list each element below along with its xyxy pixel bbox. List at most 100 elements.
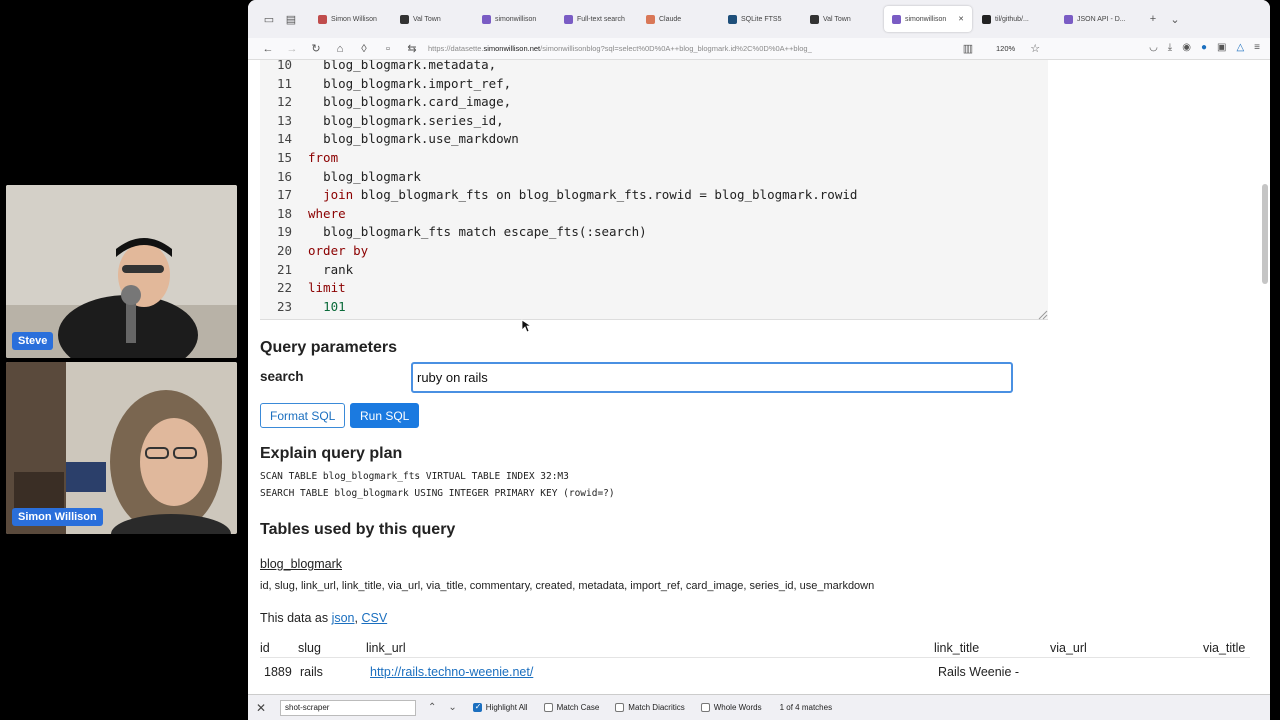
reload-icon[interactable]: ↻ <box>304 42 328 55</box>
tab-favicon-icon <box>728 14 737 24</box>
line-number: 15 <box>276 150 292 165</box>
browser-tab[interactable]: Val Town <box>392 6 472 32</box>
search-param-value: ruby on rails <box>417 370 488 385</box>
forward-arrow-icon[interactable]: → <box>280 43 304 55</box>
downloads-icon[interactable]: ⤓ <box>1168 42 1172 53</box>
new-tab-icon[interactable]: + <box>1142 8 1164 30</box>
whole-words-label: Whole Words <box>713 703 762 712</box>
sidebar-toggle-icon[interactable]: ▭ <box>258 8 280 30</box>
data-export-links: This data as json, CSV <box>260 611 387 625</box>
browser-tab[interactable]: simonwillison ✕ <box>884 6 972 32</box>
close-tab-icon[interactable]: ✕ <box>958 15 964 23</box>
column-header-id[interactable]: id <box>260 641 270 655</box>
column-header-via-title[interactable]: via_title <box>1203 641 1245 655</box>
menu-icon[interactable]: ≡ <box>1254 42 1260 53</box>
tables-used-heading: Tables used by this query <box>260 521 456 538</box>
tab-label: SQLite FTS5 <box>741 15 782 23</box>
cell-link-url[interactable]: http://rails.techno-weenie.net/ <box>370 665 533 679</box>
column-header-link-title[interactable]: link_title <box>934 641 979 655</box>
bookmark-star-icon[interactable]: ☆ <box>1023 42 1047 55</box>
explain-plan-line: SEARCH TABLE blog_blogmark USING INTEGER… <box>260 488 615 499</box>
browser-tab[interactable]: Val Town <box>802 6 882 32</box>
code-text: blog_blogmark.use_markdown <box>323 131 519 147</box>
extension-puzzle-icon[interactable]: ▣ <box>1217 42 1226 53</box>
code-text: blog_blogmark.metadata, <box>323 60 497 72</box>
mouse-cursor-icon <box>521 319 531 333</box>
close-icon[interactable]: ✕ <box>256 701 270 715</box>
csv-export-link[interactable]: CSV <box>361 611 387 625</box>
tab-overview-icon[interactable]: ▤ <box>280 8 302 30</box>
back-arrow-icon[interactable]: ← <box>256 43 280 55</box>
line-number: 12 <box>276 94 292 110</box>
sql-editor[interactable]: 10 blog_blogmark.metadata, 11 blog_blogma… <box>260 60 1048 320</box>
tab-favicon-icon <box>564 14 573 24</box>
url-field[interactable]: https://datasette.simonwillison.net/simo… <box>428 44 948 53</box>
column-header-slug[interactable]: slug <box>298 641 321 655</box>
page-scrollbar[interactable] <box>1262 184 1268 284</box>
match-diacritics-checkbox[interactable]: Match Diacritics <box>615 703 685 712</box>
extension-1password-icon[interactable]: ● <box>1201 42 1207 53</box>
search-param-label: search <box>260 369 304 384</box>
code-line: 17 join blog_blogmark_fts on blog_blogma… <box>260 187 857 205</box>
account-icon[interactable]: ◉ <box>1182 42 1191 53</box>
permissions-icon[interactable]: ⇆ <box>400 42 424 55</box>
tab-label: Val Town <box>413 15 441 23</box>
json-export-link[interactable]: json <box>332 611 355 625</box>
reader-view-icon[interactable]: ▥ <box>956 42 980 55</box>
format-sql-button[interactable]: Format SQL <box>260 403 346 428</box>
line-number: 20 <box>276 243 292 258</box>
code-text: blog_blogmark <box>323 168 421 184</box>
whole-words-checkbox[interactable]: Whole Words <box>700 703 762 712</box>
shield-icon[interactable]: ◊ <box>352 43 376 55</box>
match-case-checkbox[interactable]: Match Case <box>543 703 599 712</box>
table-link-blog-blogmark[interactable]: blog_blogmark <box>260 557 342 571</box>
url-path: /simonwillisonblog?sql=select%0D%0A++blo… <box>540 44 812 53</box>
code-text: blog_blogmark.import_ref, <box>323 75 512 91</box>
video-tile-steve: Steve <box>6 185 237 358</box>
code-line: 20 order by <box>260 243 368 261</box>
tab-favicon-icon <box>892 14 901 24</box>
pocket-icon[interactable]: ◡ <box>1149 42 1158 53</box>
tab-label: JSON API - D... <box>1077 15 1126 23</box>
line-number: 10 <box>276 60 292 72</box>
resize-handle-icon[interactable] <box>1038 310 1048 320</box>
line-number: 11 <box>276 75 292 91</box>
run-sql-button[interactable]: Run SQL <box>350 403 420 428</box>
table-columns-list: id, slug, link_url, link_title, via_url,… <box>260 580 875 592</box>
browser-tab[interactable]: til/github/... <box>974 6 1054 32</box>
browser-tab[interactable]: Full-text search <box>556 6 636 32</box>
browser-tab[interactable]: SQLite FTS5 <box>720 6 800 32</box>
home-icon[interactable]: ⌂ <box>328 43 352 55</box>
browser-tab[interactable]: Simon Willison <box>310 6 390 32</box>
browser-tab[interactable]: simonwillison <box>474 6 554 32</box>
code-line: 10 blog_blogmark.metadata, <box>260 60 496 75</box>
code-line: 11 blog_blogmark.import_ref, <box>260 76 511 94</box>
zoom-level[interactable]: 120% <box>996 44 1015 53</box>
tab-list-chevron-icon[interactable]: ⌄ <box>1164 8 1186 30</box>
find-next-icon[interactable]: ⌄ <box>448 702 456 713</box>
cell-link-title: Rails Weenie - <box>938 665 1020 679</box>
find-previous-icon[interactable]: ⌃ <box>428 702 436 713</box>
browser-tab[interactable]: Claude <box>638 6 718 32</box>
find-query-text: shot-scraper <box>285 703 330 712</box>
find-input[interactable]: shot-scraper <box>280 699 416 716</box>
highlight-all-checkbox[interactable]: Highlight All <box>472 702 528 712</box>
code-line: 22 limit <box>260 280 346 298</box>
tab-label: Val Town <box>823 15 851 23</box>
column-header-via-url[interactable]: via_url <box>1050 641 1087 655</box>
lock-icon[interactable]: ▫ <box>376 43 400 55</box>
code-line: 21 rank <box>260 262 353 280</box>
search-param-input[interactable]: ruby on rails <box>411 362 1013 393</box>
find-bar: ✕ shot-scraper ⌃ ⌄ Highlight All Match C… <box>248 694 1270 720</box>
browser-tab[interactable]: JSON API - D... <box>1056 6 1136 32</box>
extension-triangle-icon[interactable]: △ <box>1236 42 1244 53</box>
column-header-link-url[interactable]: link_url <box>366 641 406 655</box>
tab-label: simonwillison <box>495 15 537 23</box>
